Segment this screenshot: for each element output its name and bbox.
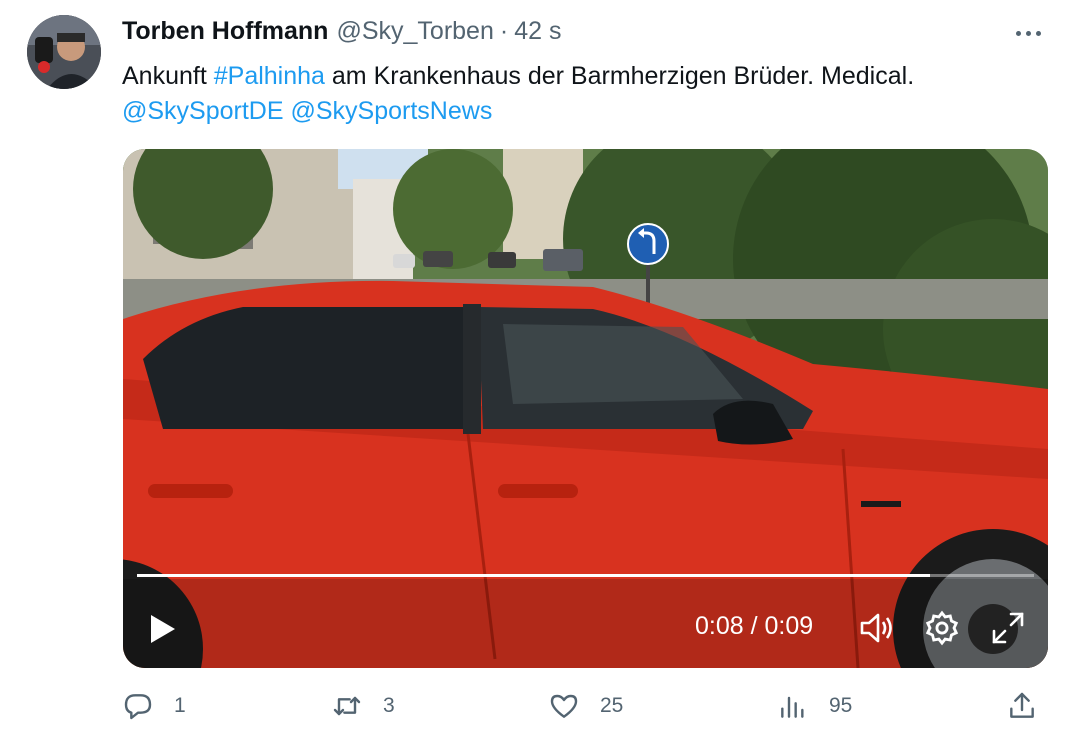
video-frame — [123, 149, 1048, 668]
views-icon — [781, 696, 804, 718]
settings-icon[interactable] — [923, 609, 961, 647]
volume-icon[interactable] — [857, 609, 895, 647]
mention-link-skysportsnews[interactable]: @SkySportsNews — [291, 97, 493, 125]
progress-fill — [137, 574, 930, 577]
like-button[interactable]: 25 — [548, 690, 623, 722]
timestamp[interactable]: 42 s — [514, 17, 561, 46]
like-count: 25 — [600, 694, 624, 717]
avatar-image — [27, 15, 101, 89]
reply-count: 1 — [174, 694, 186, 717]
tweet-header: Torben Hoffmann @Sky_Torben · 42 s — [122, 17, 561, 46]
retweet-button[interactable]: 3 — [331, 690, 395, 722]
fullscreen-icon[interactable] — [989, 609, 1027, 647]
author-name[interactable]: Torben Hoffmann — [122, 17, 328, 46]
tweet-text: Ankunft #Palhinha am Krankenhaus der Bar… — [122, 59, 1042, 129]
action-bar: 1 3 25 95 — [0, 690, 1074, 734]
hashtag-link[interactable]: #Palhinha — [214, 62, 325, 90]
retweet-count: 3 — [383, 694, 395, 717]
progress-bar[interactable] — [137, 574, 1034, 577]
separator: · — [499, 17, 509, 45]
reply-button[interactable]: 1 — [122, 690, 186, 722]
views-count: 95 — [829, 694, 853, 717]
retweet-icon — [333, 696, 361, 716]
author-handle[interactable]: @Sky_Torben — [336, 17, 493, 46]
more-icon[interactable] — [1016, 26, 1048, 40]
reply-icon — [124, 694, 152, 720]
share-icon — [1010, 692, 1034, 718]
avatar[interactable] — [27, 15, 101, 89]
share-button[interactable] — [1006, 690, 1038, 722]
tweet-text-start: Ankunft — [122, 62, 214, 90]
like-icon — [550, 694, 578, 718]
mention-link-skysportde[interactable]: @SkySportDE — [122, 97, 284, 125]
views-button[interactable]: 95 — [777, 690, 852, 722]
video-timecode: 0:08 / 0:09 — [695, 612, 814, 640]
play-icon[interactable] — [145, 612, 179, 646]
video-player[interactable]: 0:08 / 0:09 — [123, 149, 1048, 668]
tweet-text-end: am Krankenhaus der Barmherzigen Brüder. … — [324, 62, 915, 90]
